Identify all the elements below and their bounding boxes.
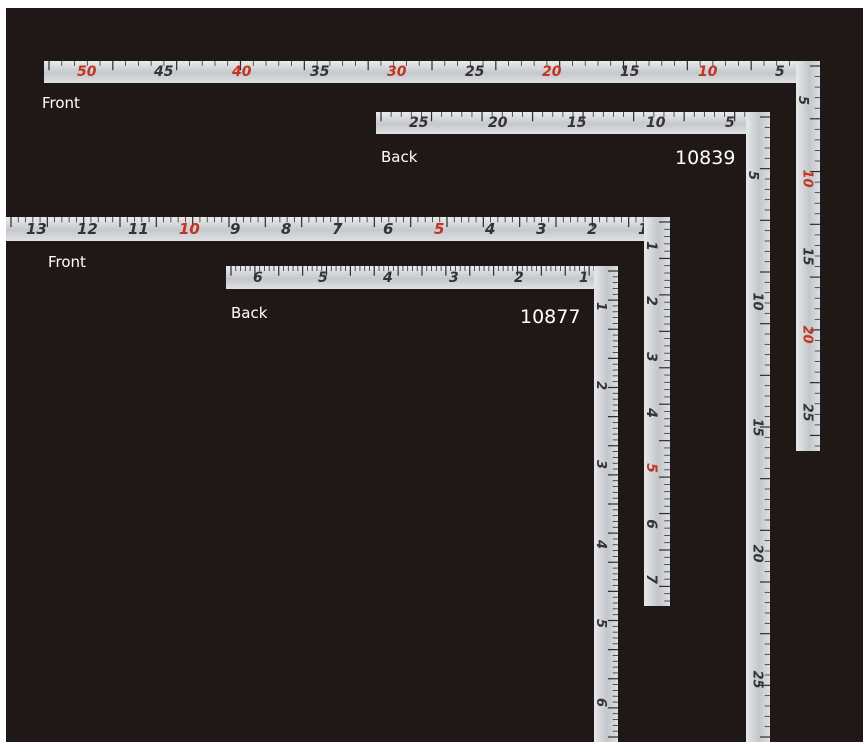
ruler-numeral: 1: [642, 241, 659, 251]
product-photo: 50 45 40 35 30 25 20 15 10 5 5 10 15 20 25 Front 25 20…: [6, 8, 863, 742]
ruler-numeral: 4: [485, 220, 496, 238]
ruler-numeral: 15: [567, 115, 587, 131]
square-10877-back-caption: Back: [231, 304, 268, 322]
ruler-numeral: 5: [593, 618, 609, 629]
ruler-numeral: 35: [310, 64, 330, 80]
ruler-numeral: 5: [795, 95, 811, 106]
square-10839-model-number: 10839: [675, 147, 736, 169]
ruler-numeral: 5: [434, 220, 445, 238]
square-10839-front-long-arm: 50 45 40 35 30 25 20 15 10 5: [44, 61, 820, 83]
ruler-numeral: 11: [128, 220, 149, 238]
ruler-numeral: 4: [642, 408, 659, 418]
ruler-numeral: 3: [536, 220, 547, 238]
ruler-numeral: 15: [749, 418, 765, 437]
ruler-numeral: 6: [253, 270, 263, 286]
ruler-numeral: 2: [514, 270, 524, 286]
ruler-numeral: 7: [332, 220, 343, 238]
ruler-numeral: 15: [799, 247, 815, 266]
ruler-numeral: 3: [449, 270, 459, 286]
ruler-numeral: 5: [642, 463, 659, 473]
ruler-numeral: 5: [318, 270, 328, 286]
square-10839-back-short-arm: 5 10 15 20 25: [745, 112, 770, 742]
ruler-numeral: 1: [579, 270, 589, 286]
ruler-numeral: 4: [383, 270, 393, 286]
ruler-numeral: 20: [488, 115, 508, 131]
ruler-numeral: 6: [383, 220, 394, 238]
ruler-numeral: 2: [593, 380, 609, 391]
ruler-numeral: 1: [593, 301, 609, 312]
ruler-numeral: 5: [745, 170, 761, 181]
ruler-graduations: [607, 270, 618, 738]
square-10877-front-short-arm: 1 2 3 4 5 6 7: [642, 217, 670, 606]
ruler-numeral: 40: [232, 64, 252, 80]
ruler-numeral: 6: [593, 697, 609, 708]
ruler-numeral: 13: [26, 220, 47, 238]
square-10877-back-short-arm: 1 2 3 4 5 6: [593, 266, 618, 742]
ruler-numeral: 7: [642, 574, 659, 584]
ruler-numeral: 20: [799, 325, 815, 344]
square-10877-model-number: 10877: [520, 306, 581, 328]
square-10877-front-caption: Front: [48, 253, 86, 271]
ruler-numeral: 12: [77, 220, 98, 238]
ruler-numeral: 25: [799, 403, 815, 422]
ruler-numeral: 10: [646, 115, 666, 131]
ruler-numeral: 10: [698, 64, 718, 80]
ruler-graduations: [230, 266, 614, 276]
ruler-numeral: 3: [642, 352, 659, 362]
square-10877-back-long-arm: 6 5 4 3 2 1: [226, 266, 618, 289]
ruler-numeral: 25: [465, 64, 485, 80]
ruler-numeral: 30: [387, 64, 407, 80]
square-10839-back-caption: Back: [381, 148, 418, 166]
ruler-numeral: 5: [775, 64, 785, 80]
ruler-numeral: 15: [620, 64, 640, 80]
ruler-numeral: 20: [749, 544, 765, 563]
ruler-numeral: 2: [587, 220, 598, 238]
ruler-numeral: 50: [77, 64, 97, 80]
ruler-numeral: 3: [593, 459, 609, 470]
square-10839-front-caption: Front: [42, 94, 80, 112]
ruler-numeral: 25: [749, 670, 765, 689]
ruler-numeral: 25: [409, 115, 429, 131]
ruler-numeral: 2: [642, 296, 659, 306]
ruler-numeral: 8: [281, 220, 292, 238]
ruler-numeral: 10: [179, 220, 200, 238]
ruler-numeral: 10: [749, 292, 765, 311]
square-10839-back-long-arm: 25 20 15 10 5: [376, 112, 770, 134]
ruler-numeral: 5: [725, 115, 735, 131]
ruler-numeral: 9: [230, 220, 241, 238]
ruler-numeral: 20: [542, 64, 562, 80]
ruler-numeral: 10: [799, 169, 815, 188]
ruler-numeral: 45: [154, 64, 174, 80]
ruler-numeral: 6: [642, 519, 659, 529]
square-10877-front-long-arm: 13121110987654321: [6, 217, 670, 241]
square-10839-front-short-arm: 5 10 15 20 25: [795, 61, 820, 451]
ruler-numeral: 4: [593, 539, 609, 550]
